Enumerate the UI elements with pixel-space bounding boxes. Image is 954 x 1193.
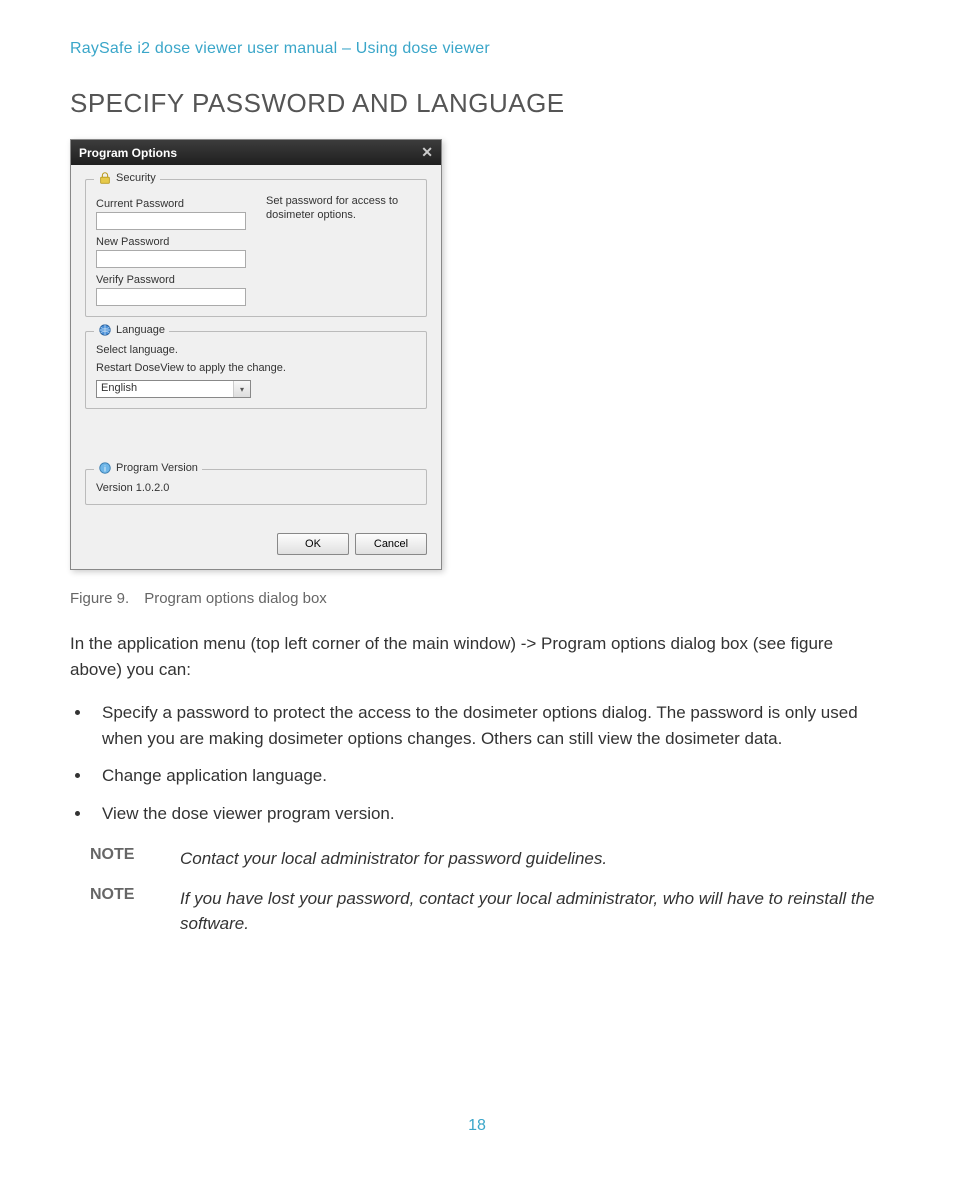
security-group: Security Current Password New Password V… [85, 179, 427, 317]
lock-icon [98, 171, 112, 185]
figure-caption: Figure 9. Program options dialog box [70, 590, 884, 607]
version-group: i Program Version Version 1.0.2.0 [85, 469, 427, 505]
page-number: 18 [70, 1117, 884, 1135]
program-options-dialog: Program Options ✕ Security Current Passw… [70, 139, 442, 570]
language-group: Language Select language. Restart DoseVi… [85, 331, 427, 409]
intro-paragraph: In the application menu (top left corner… [70, 631, 884, 682]
svg-text:i: i [104, 465, 106, 474]
note-label: NOTE [90, 846, 150, 872]
current-password-label: Current Password [96, 198, 246, 210]
note-row: NOTE Contact your local administrator fo… [90, 846, 884, 872]
new-password-input[interactable] [96, 250, 246, 268]
restart-text: Restart DoseView to apply the change. [96, 362, 416, 374]
dialog-title: Program Options [79, 146, 177, 160]
bullet-list: Specify a password to protect the access… [70, 700, 884, 826]
note-text: If you have lost your password, contact … [180, 886, 884, 937]
version-legend: Program Version [116, 462, 198, 474]
list-item: Change application language. [92, 763, 884, 789]
version-value: Version 1.0.2.0 [96, 482, 416, 494]
security-legend: Security [116, 172, 156, 184]
list-item: View the dose viewer program version. [92, 801, 884, 827]
security-helper-text: Set password for access to dosimeter opt… [266, 192, 416, 306]
chevron-down-icon[interactable]: ▾ [233, 381, 250, 397]
select-language-text: Select language. [96, 344, 416, 356]
note-label: NOTE [90, 886, 150, 937]
language-legend: Language [116, 324, 165, 336]
globe-icon [98, 323, 112, 337]
note-text: Contact your local administrator for pas… [180, 846, 607, 872]
section-title: SPECIFY PASSWORD AND LANGUAGE [70, 88, 884, 119]
list-item: Specify a password to protect the access… [92, 700, 884, 751]
breadcrumb: RaySafe i2 dose viewer user manual – Usi… [70, 40, 884, 58]
verify-password-label: Verify Password [96, 274, 246, 286]
info-icon: i [98, 461, 112, 475]
verify-password-input[interactable] [96, 288, 246, 306]
cancel-button[interactable]: Cancel [355, 533, 427, 555]
note-row: NOTE If you have lost your password, con… [90, 886, 884, 937]
dialog-titlebar: Program Options ✕ [71, 140, 441, 165]
current-password-input[interactable] [96, 212, 246, 230]
ok-button[interactable]: OK [277, 533, 349, 555]
language-select[interactable]: English ▾ [96, 380, 251, 398]
new-password-label: New Password [96, 236, 246, 248]
language-selected-value: English [97, 381, 233, 397]
close-icon[interactable]: ✕ [421, 144, 433, 161]
